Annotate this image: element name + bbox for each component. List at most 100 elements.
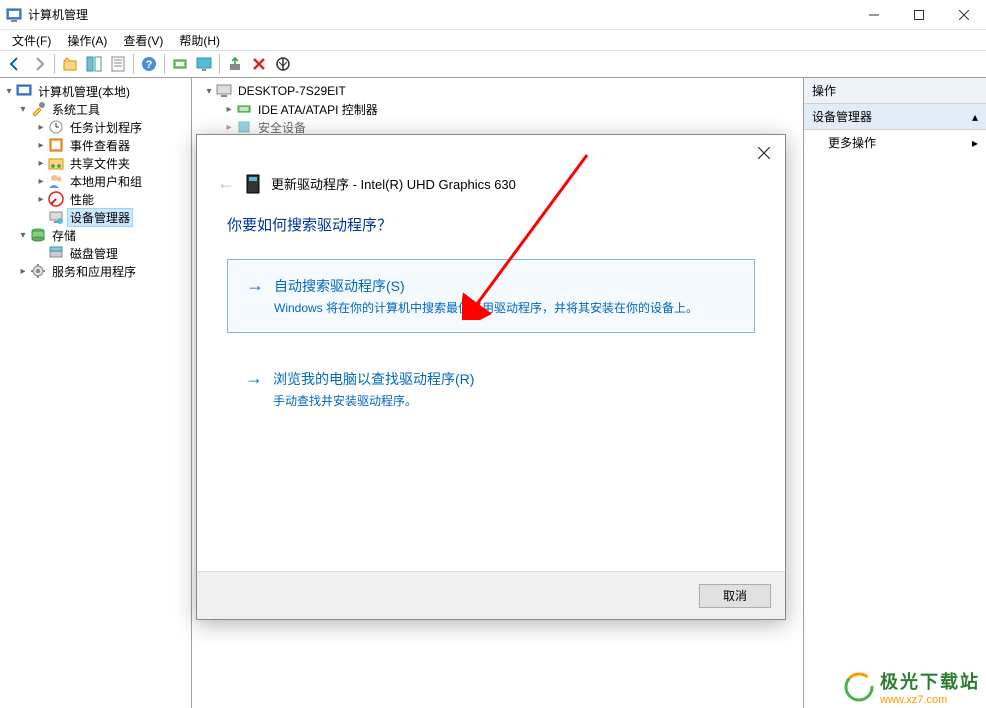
tree-label: 存储 [49, 227, 79, 244]
tree-performance[interactable]: ▸ 性能 [0, 190, 191, 208]
help-button[interactable]: ? [138, 53, 160, 75]
security-device-icon [236, 119, 252, 135]
tree-root[interactable]: ▾ 计算机管理(本地) [0, 82, 191, 100]
tree-label: 共享文件夹 [67, 155, 133, 172]
auto-search-option[interactable]: → 自动搜索驱动程序(S) Windows 将在你的计算机中搜索最佳可用驱动程序… [227, 259, 755, 333]
tools-icon [30, 101, 46, 117]
tree-label: 任务计划程序 [67, 119, 145, 136]
dialog-back-button: ← [217, 173, 235, 194]
tree-storage[interactable]: ▾ 存储 [0, 226, 191, 244]
collapse-icon[interactable]: ▾ [202, 86, 216, 97]
tree-label: 事件查看器 [67, 137, 133, 154]
tree-label: 安全设备 [255, 119, 309, 136]
collapse-icon[interactable]: ▾ [2, 86, 16, 97]
expand-icon[interactable]: ▸ [34, 122, 48, 133]
update-driver-dialog: ← 更新驱动程序 - Intel(R) UHD Graphics 630 你要如… [196, 134, 786, 620]
tree-label: 计算机管理(本地) [35, 83, 133, 100]
more-actions-item[interactable]: 更多操作 ▸ [804, 130, 986, 155]
tree-label: 性能 [67, 191, 97, 208]
option-description: 手动查找并安装驱动程序。 [273, 392, 474, 409]
update-driver-button[interactable] [224, 53, 246, 75]
tree-label: 磁盘管理 [67, 245, 121, 262]
menu-view[interactable]: 查看(V) [115, 30, 171, 51]
menu-help[interactable]: 帮助(H) [171, 30, 228, 51]
show-hide-tree-button[interactable] [83, 53, 105, 75]
tree-disk-mgmt[interactable]: ▸ 磁盘管理 [0, 244, 191, 262]
titlebar: 计算机管理 [0, 0, 986, 30]
menu-file[interactable]: 文件(F) [4, 30, 59, 51]
left-tree-pane: ▾ 计算机管理(本地) ▾ 系统工具 ▸ 任务计划程序 ▸ 事件查看器 ▸ 共享… [0, 78, 192, 708]
tree-local-users[interactable]: ▸ 本地用户和组 [0, 172, 191, 190]
dialog-header: ← 更新驱动程序 - Intel(R) UHD Graphics 630 [197, 135, 785, 204]
expand-icon[interactable]: ▸ [34, 158, 48, 169]
tree-task-scheduler[interactable]: ▸ 任务计划程序 [0, 118, 191, 136]
option-title: 浏览我的电脑以查找驱动程序(R) [273, 369, 474, 389]
scan-hardware-button[interactable] [169, 53, 191, 75]
ide-controller-icon [236, 101, 252, 117]
collapse-icon[interactable]: ▾ [16, 230, 30, 241]
menu-action[interactable]: 操作(A) [59, 30, 115, 51]
actions-section[interactable]: 设备管理器 ▴ [804, 104, 986, 130]
device-icon [245, 174, 261, 194]
watermark-url: www.xz7.com [880, 694, 980, 706]
device-manager-icon [48, 209, 64, 225]
forward-button[interactable] [28, 53, 50, 75]
properties-button[interactable] [107, 53, 129, 75]
tree-label: IDE ATA/ATAPI 控制器 [255, 101, 381, 118]
computer-icon [216, 83, 232, 99]
shared-folder-icon [48, 155, 64, 171]
performance-icon [48, 191, 64, 207]
disable-button[interactable] [272, 53, 294, 75]
actions-header: 操作 [804, 78, 986, 104]
maximize-button[interactable] [896, 0, 941, 30]
dialog-close-button[interactable] [749, 141, 779, 165]
chevron-right-icon: ▸ [972, 136, 978, 150]
cancel-button[interactable]: 取消 [699, 584, 771, 608]
svg-text:?: ? [146, 59, 153, 71]
tree-label: 本地用户和组 [67, 173, 145, 190]
tree-label: 设备管理器 [67, 208, 133, 227]
event-icon [48, 137, 64, 153]
tree-label: DESKTOP-7S29EIT [235, 84, 349, 98]
expand-icon[interactable]: ▸ [34, 140, 48, 151]
tree-label: 服务和应用程序 [49, 263, 139, 280]
close-button[interactable] [941, 0, 986, 30]
dialog-footer: 取消 [197, 571, 785, 619]
monitor-button[interactable] [193, 53, 215, 75]
option-title: 自动搜索驱动程序(S) [274, 276, 698, 296]
collapse-icon[interactable]: ▾ [16, 104, 30, 115]
window-title: 计算机管理 [28, 6, 851, 23]
up-button[interactable] [59, 53, 81, 75]
expand-icon[interactable]: ▸ [34, 176, 48, 187]
expand-icon[interactable]: ▸ [34, 194, 48, 205]
expand-icon[interactable]: ▸ [16, 266, 30, 277]
actions-pane: 操作 设备管理器 ▴ 更多操作 ▸ [804, 78, 986, 708]
action-label: 更多操作 [828, 134, 876, 151]
services-icon [30, 263, 46, 279]
tree-label: 系统工具 [49, 101, 103, 118]
users-icon [48, 173, 64, 189]
tree-shared-folders[interactable]: ▸ 共享文件夹 [0, 154, 191, 172]
expand-icon[interactable]: ▸ [222, 104, 236, 115]
tree-services-apps[interactable]: ▸ 服务和应用程序 [0, 262, 191, 280]
computer-mgmt-icon [16, 83, 32, 99]
storage-icon [30, 227, 46, 243]
menubar: 文件(F) 操作(A) 查看(V) 帮助(H) [0, 30, 986, 50]
minimize-button[interactable] [851, 0, 896, 30]
arrow-right-icon: → [246, 276, 264, 294]
uninstall-button[interactable] [248, 53, 270, 75]
clock-icon [48, 119, 64, 135]
tree-system-tools[interactable]: ▾ 系统工具 [0, 100, 191, 118]
device-tree-ide[interactable]: ▸ IDE ATA/ATAPI 控制器 [192, 100, 803, 118]
collapse-icon[interactable]: ▴ [972, 110, 978, 124]
back-button[interactable] [4, 53, 26, 75]
expand-icon[interactable]: ▸ [222, 122, 236, 133]
browse-option[interactable]: → 浏览我的电脑以查找驱动程序(R) 手动查找并安装驱动程序。 [227, 353, 755, 425]
watermark: 极光下载站 www.xz7.com [844, 668, 980, 706]
option-description: Windows 将在你的计算机中搜索最佳可用驱动程序，并将其安装在你的设备上。 [274, 299, 698, 316]
watermark-text: 极光下载站 [880, 668, 980, 694]
disk-icon [48, 245, 64, 261]
device-tree-computer[interactable]: ▾ DESKTOP-7S29EIT [192, 82, 803, 100]
tree-device-manager[interactable]: ▸ 设备管理器 [0, 208, 191, 226]
tree-event-viewer[interactable]: ▸ 事件查看器 [0, 136, 191, 154]
